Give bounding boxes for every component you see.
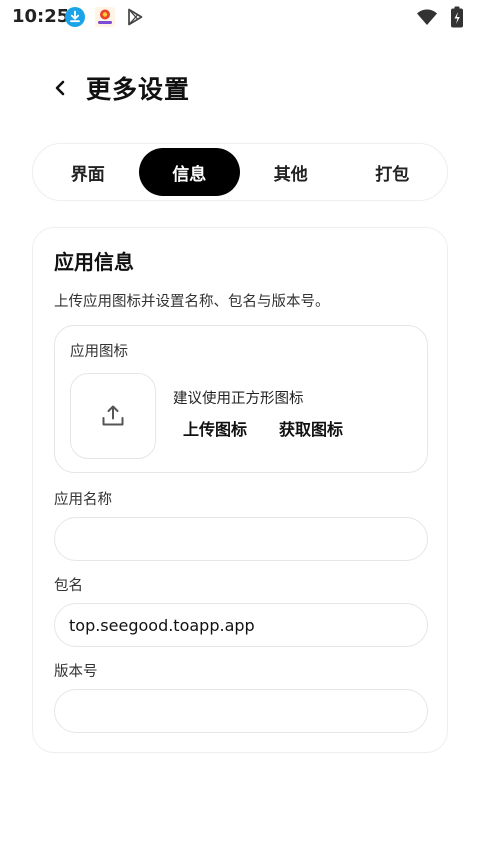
app-icon-section: 应用图标 建议使用正方形图标 上传图标 获取图标: [54, 325, 428, 473]
status-time: 10:25: [12, 6, 70, 27]
battery-icon: [446, 6, 468, 28]
tab-interface[interactable]: 界面: [37, 148, 139, 196]
system-icons: [416, 6, 468, 28]
icon-upload-box[interactable]: [70, 373, 156, 459]
icon-actions: 上传图标 获取图标: [183, 416, 343, 440]
app-logo-icon: [94, 6, 116, 28]
card-description: 上传应用图标并设置名称、包名与版本号。: [54, 294, 330, 310]
icon-hint: 建议使用正方形图标: [173, 391, 304, 407]
notification-icons: [64, 6, 146, 28]
back-button[interactable]: [48, 76, 72, 100]
fetch-icon-button[interactable]: 获取图标: [279, 416, 343, 440]
upload-icon: [102, 405, 124, 426]
upload-icon-button[interactable]: 上传图标: [183, 416, 247, 440]
app-icon-label: 应用图标: [70, 344, 128, 360]
app-info-card: 应用信息 上传应用图标并设置名称、包名与版本号。 应用图标 建议使用正方形图标 …: [32, 227, 448, 753]
app-name-input[interactable]: [54, 517, 428, 561]
app-name-label: 应用名称: [54, 492, 112, 508]
play-store-icon: [124, 6, 146, 28]
version-label: 版本号: [54, 664, 98, 680]
package-name-input[interactable]: [54, 603, 428, 647]
page-title: 更多设置: [86, 75, 191, 104]
card-title: 应用信息: [54, 250, 134, 274]
status-bar: 10:25: [0, 0, 480, 34]
version-input[interactable]: [54, 689, 428, 733]
chevron-left-icon: [55, 80, 65, 96]
header: 更多设置: [48, 66, 190, 110]
package-name-label: 包名: [54, 578, 83, 594]
download-icon: [64, 6, 86, 28]
tab-other[interactable]: 其他: [240, 148, 342, 196]
tab-info[interactable]: 信息: [138, 148, 240, 196]
wifi-icon: [416, 6, 438, 28]
tab-package[interactable]: 打包: [342, 148, 444, 196]
screen: 10:25 更多设置 界面 信息 其他 打包 应用信息 上传应用图标并设置名称、…: [0, 0, 480, 854]
settings-tabs: 界面 信息 其他 打包: [32, 143, 448, 201]
